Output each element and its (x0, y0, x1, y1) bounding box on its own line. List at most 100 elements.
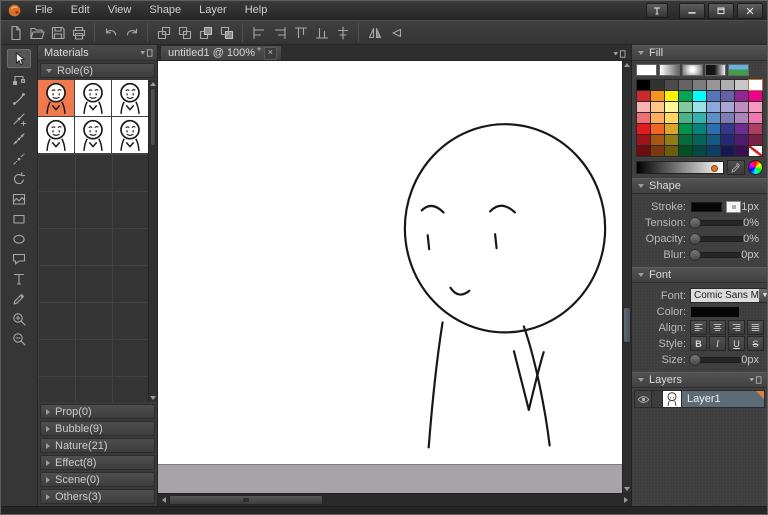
palette-swatch[interactable] (707, 80, 720, 90)
rotate-tool[interactable] (7, 169, 31, 188)
size-slider[interactable] (689, 353, 742, 366)
tab-close-icon[interactable]: × (263, 46, 277, 60)
role-item[interactable] (38, 117, 75, 154)
palette-swatch[interactable] (707, 146, 720, 156)
palette-swatch[interactable] (735, 80, 748, 90)
text-tool[interactable] (7, 269, 31, 288)
palette-swatch[interactable] (721, 124, 734, 134)
palette-swatch[interactable] (637, 80, 650, 90)
palette-swatch[interactable] (707, 113, 720, 123)
font-family-select[interactable]: Comic Sans M ▼ (690, 288, 767, 303)
strikethrough-button[interactable]: S (747, 336, 764, 351)
stroke-color-swatch[interactable] (690, 200, 724, 213)
menu-layer[interactable]: Layer (190, 1, 236, 20)
tension-slider[interactable] (689, 216, 744, 229)
materials-menu-icon[interactable] (138, 47, 154, 59)
materials-scrollbar[interactable] (148, 80, 157, 402)
palette-swatch[interactable] (665, 102, 678, 112)
menu-shape[interactable]: Shape (140, 1, 190, 20)
ellipse-tool[interactable] (7, 229, 31, 248)
save-button[interactable] (47, 23, 68, 42)
text-align-justify-button[interactable] (747, 320, 764, 335)
category-nature[interactable]: Nature(21) (40, 438, 155, 453)
palette-swatch[interactable] (665, 135, 678, 145)
bold-button[interactable]: B (690, 336, 707, 351)
role-section-header[interactable]: Role(6) (40, 63, 155, 78)
font-section-header[interactable]: Font (632, 267, 767, 283)
fill-type-linear-gradient[interactable] (659, 64, 680, 76)
text-align-right-button[interactable] (728, 320, 745, 335)
add-point-tool[interactable] (7, 109, 31, 128)
palette-swatch[interactable] (693, 113, 706, 123)
curve-tool[interactable] (7, 89, 31, 108)
fill-type-bitmap[interactable] (728, 64, 749, 76)
palette-swatch[interactable] (707, 102, 720, 112)
convert-point-tool[interactable] (7, 129, 31, 148)
layers-menu-icon[interactable] (747, 374, 763, 386)
palette-swatch[interactable] (693, 146, 706, 156)
palette-swatch[interactable] (735, 146, 748, 156)
palette-swatch[interactable] (679, 102, 692, 112)
palette-swatch[interactable] (735, 102, 748, 112)
palette-swatch[interactable] (693, 91, 706, 101)
fill-section-header[interactable]: Fill (632, 45, 767, 61)
palette-swatch[interactable] (749, 135, 762, 145)
eyedropper-button[interactable] (727, 160, 745, 175)
align-bottom-button[interactable] (311, 23, 332, 42)
close-button[interactable] (737, 2, 763, 19)
palette-swatch[interactable] (651, 124, 664, 134)
sketch-tool[interactable] (7, 149, 31, 168)
palette-swatch[interactable] (665, 146, 678, 156)
palette-swatch[interactable] (749, 146, 762, 156)
palette-swatch[interactable] (637, 91, 650, 101)
palette-swatch[interactable] (679, 80, 692, 90)
palette-swatch[interactable] (665, 124, 678, 134)
role-item[interactable] (112, 117, 148, 154)
open-button[interactable] (26, 23, 47, 42)
text-align-center-button[interactable] (709, 320, 726, 335)
bring-forward-button[interactable] (153, 23, 174, 42)
stroke-cap-swatch[interactable] (726, 200, 742, 213)
palette-swatch[interactable] (693, 102, 706, 112)
color-wheel-button[interactable] (748, 160, 763, 175)
send-to-back-button[interactable] (216, 23, 237, 42)
scrollbar-thumb[interactable] (623, 307, 631, 343)
bring-to-front-button[interactable] (195, 23, 216, 42)
palette-swatch[interactable] (707, 135, 720, 145)
palette-swatch[interactable] (651, 113, 664, 123)
vertical-scrollbar[interactable] (622, 61, 631, 493)
category-others[interactable]: Others(3) (40, 489, 155, 504)
palette-swatch[interactable] (749, 124, 762, 134)
role-item[interactable] (75, 80, 112, 117)
role-item[interactable] (75, 117, 112, 154)
palette-swatch[interactable] (735, 135, 748, 145)
role-item[interactable] (38, 80, 75, 117)
document-tab[interactable]: untitled1 @ 100% * × (160, 45, 282, 60)
palette-swatch[interactable] (679, 146, 692, 156)
palette-swatch[interactable] (707, 124, 720, 134)
align-center-button[interactable] (332, 23, 353, 42)
layers-section-header[interactable]: Layers (632, 372, 767, 388)
layer-name[interactable]: Layer1 (682, 391, 764, 407)
node-edit-tool[interactable] (7, 69, 31, 88)
select-tool[interactable] (7, 49, 31, 68)
zoom-in-tool[interactable] (7, 309, 31, 328)
font-color-swatch[interactable] (690, 305, 740, 318)
palette-swatch[interactable] (651, 135, 664, 145)
palette-swatch[interactable] (748, 79, 763, 91)
text-align-left-button[interactable] (690, 320, 707, 335)
category-scene[interactable]: Scene(0) (40, 472, 155, 487)
shape-section-header[interactable]: Shape (632, 178, 767, 194)
palette-swatch[interactable] (721, 80, 734, 90)
rectangle-tool[interactable] (7, 209, 31, 228)
scrollbar-thumb[interactable] (169, 495, 323, 505)
minimize-button[interactable] (679, 2, 705, 19)
align-top-button[interactable] (290, 23, 311, 42)
scroll-right-icon[interactable] (620, 494, 631, 506)
new-button[interactable] (5, 23, 26, 42)
palette-swatch[interactable] (693, 80, 706, 90)
palette-swatch[interactable] (665, 113, 678, 123)
fill-type-contour-gradient[interactable] (705, 64, 726, 76)
role-item[interactable] (112, 80, 148, 117)
align-right-button[interactable] (269, 23, 290, 42)
